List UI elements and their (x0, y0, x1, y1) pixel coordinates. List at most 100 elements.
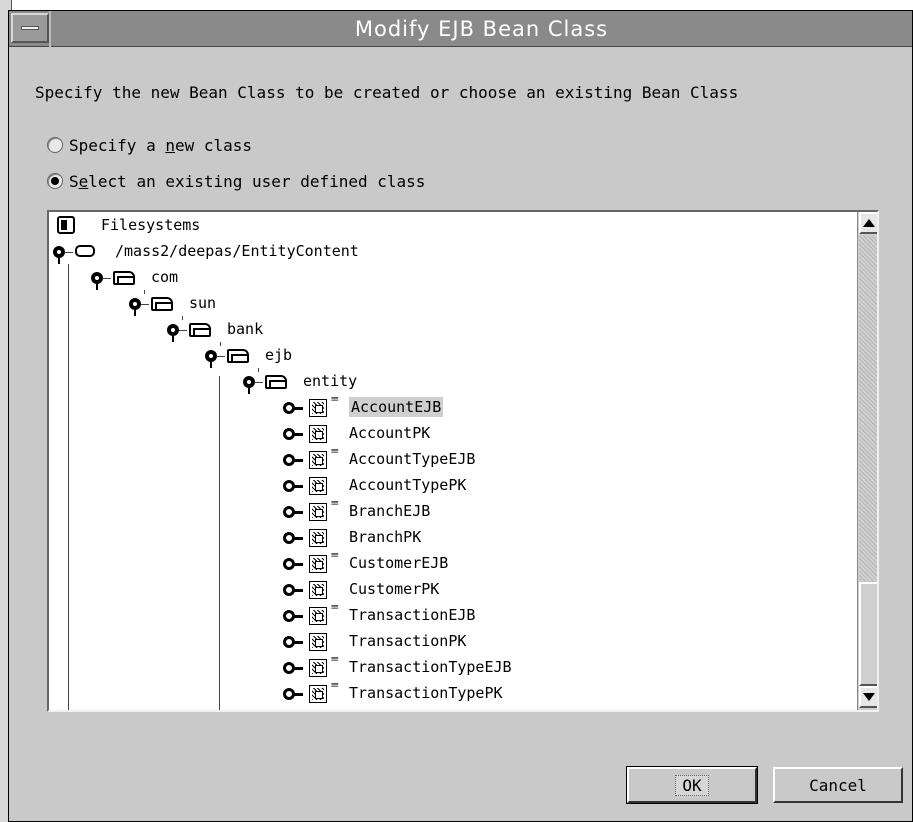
tree-connector (65, 252, 73, 253)
tree-node-class[interactable]: TransactionTypePK (349, 683, 503, 703)
java-class-icon (309, 607, 327, 625)
tree-node-class[interactable]: BranchEJB (349, 501, 430, 521)
ejb-marker-icon: ≡≡ (331, 551, 338, 559)
java-class-icon (309, 659, 327, 677)
key-shaft (294, 511, 303, 514)
tree-guide (219, 376, 220, 710)
key-shaft (294, 407, 303, 410)
java-class-icon (309, 581, 327, 599)
java-class-icon (309, 425, 327, 443)
folder-icon (265, 375, 287, 389)
tree-node-class[interactable]: BranchPK (349, 527, 421, 547)
title-bar[interactable]: Modify EJB Bean Class (9, 11, 912, 47)
tree-node-class[interactable]: TransactionTypeEJB (349, 657, 512, 677)
option-existing-class-label: Select an existing user defined class (69, 171, 426, 191)
key-icon[interactable] (283, 480, 303, 492)
option-new-class[interactable]: Specify a new class (47, 133, 252, 157)
java-class-icon (309, 685, 327, 703)
folder-icon (189, 323, 211, 337)
tree-guide (182, 316, 183, 320)
expand-handle-sun-stem (134, 309, 136, 316)
window-title: Modify EJB Bean Class (49, 11, 912, 47)
key-shaft (294, 641, 303, 644)
tree-node-class[interactable]: TransactionPK (349, 631, 466, 651)
folder-icon (227, 349, 249, 363)
expand-handle-ejb-stem (210, 361, 212, 368)
tree-connector (255, 382, 263, 383)
tree-node-package-sun[interactable]: sun (189, 293, 216, 313)
key-shaft (294, 433, 303, 436)
tree-node-class[interactable]: AccountTypeEJB (349, 449, 475, 469)
tree-node-package-ejb[interactable]: ejb (265, 345, 292, 365)
expand-handle-entity-stem (248, 387, 250, 394)
java-class-icon (309, 503, 327, 521)
option-existing-class[interactable]: Select an existing user defined class (47, 169, 425, 193)
key-shaft (294, 563, 303, 566)
tree-node-package-bank[interactable]: bank (227, 319, 263, 339)
radio-new-class[interactable] (47, 137, 63, 153)
folder-icon (151, 297, 173, 311)
ejb-marker-icon: ≡≡ (331, 395, 338, 403)
scroll-thumb[interactable] (859, 582, 877, 686)
tree-node-class[interactable]: CustomerEJB (349, 553, 448, 573)
tree-connector (217, 356, 225, 357)
key-shaft (294, 589, 303, 592)
tree-node-class[interactable]: CustomerPK (349, 579, 439, 599)
drive-icon (75, 245, 95, 257)
ok-button[interactable]: OK (626, 766, 758, 804)
scroll-down-button[interactable] (859, 686, 877, 708)
arrow-up-icon (863, 219, 875, 227)
key-shaft (294, 485, 303, 488)
desktop-top (0, 0, 913, 8)
tree-node-class[interactable]: AccountTypePK (349, 475, 466, 495)
java-class-icon (309, 399, 327, 417)
key-icon[interactable] (283, 532, 303, 544)
tree-guide (258, 368, 259, 372)
expand-handle-mount-stem (58, 257, 60, 264)
tree-scrollbar[interactable] (857, 212, 877, 710)
key-icon[interactable] (283, 454, 303, 466)
key-shaft (294, 459, 303, 462)
tree-node-class[interactable]: AccountPK (349, 423, 430, 443)
class-tree[interactable]: Filesystems/mass2/deepas/EntityContent co… (47, 210, 879, 712)
scroll-up-button[interactable] (859, 212, 877, 234)
window-menu-icon (21, 26, 39, 30)
tree-node-package-entity[interactable]: entity (303, 371, 357, 391)
window-menu-button[interactable] (11, 13, 49, 43)
cancel-button[interactable]: Cancel (773, 767, 903, 803)
key-icon[interactable] (283, 688, 303, 700)
expand-handle-com-stem (96, 283, 98, 290)
ejb-marker-icon: ≡≡ (331, 447, 338, 455)
key-icon[interactable] (283, 610, 303, 622)
java-class-icon (309, 555, 327, 573)
key-shaft (294, 693, 303, 696)
key-shaft (294, 615, 303, 618)
key-icon[interactable] (283, 402, 303, 414)
ejb-marker-icon: ≡≡ (331, 499, 338, 507)
key-icon[interactable] (283, 662, 303, 674)
tree-node-package-com[interactable]: com (151, 267, 178, 287)
ejb-marker-icon: ≡≡ (331, 655, 338, 663)
key-icon[interactable] (283, 584, 303, 596)
filesystems-icon (57, 216, 75, 234)
ejb-marker-icon: ≡≡ (331, 681, 338, 689)
key-icon[interactable] (283, 506, 303, 518)
tree-connector (141, 304, 149, 305)
tree-node-filesystems[interactable]: Filesystems (101, 215, 200, 235)
instruction-text: Specify the new Bean Class to be created… (35, 83, 739, 102)
expand-handle-bank-stem (172, 335, 174, 342)
option-new-class-label: Specify a new class (69, 135, 253, 155)
radio-existing-class[interactable] (47, 173, 63, 189)
tree-guide (144, 290, 145, 294)
key-icon[interactable] (283, 428, 303, 440)
tree-guide (220, 342, 221, 346)
key-icon[interactable] (283, 558, 303, 570)
arrow-down-icon (863, 693, 875, 701)
tree-node-class[interactable]: TransactionEJB (349, 605, 475, 625)
dialog-window: Modify EJB Bean Class Specify the new Be… (8, 10, 913, 822)
key-icon[interactable] (283, 636, 303, 648)
java-class-icon (309, 477, 327, 495)
tree-node-mount[interactable]: /mass2/deepas/EntityContent (115, 241, 359, 261)
tree-connector (179, 330, 187, 331)
tree-node-class[interactable]: AccountEJB (349, 397, 444, 417)
